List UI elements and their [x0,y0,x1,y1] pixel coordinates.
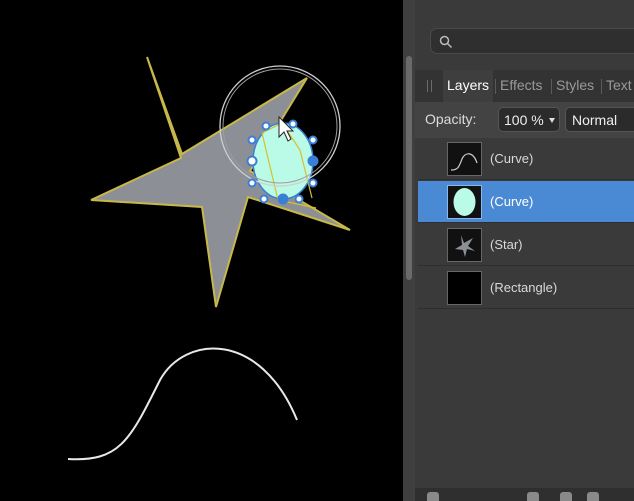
layer-name: (Rectangle) [490,280,558,295]
layer-row-curve[interactable]: (Curve) [418,138,634,180]
panel-tab-bar: Layers Effects Styles Text [415,70,634,103]
adjustment-icon[interactable] [560,492,572,501]
panel-bottom-toolbar [415,488,634,501]
layer-name: (Star) [490,237,523,252]
tab-divider [551,79,552,94]
blend-mode-value: Normal [572,112,618,128]
layer-row-ellipse-curve[interactable]: (Curve) [418,181,634,223]
fx-icon[interactable] [587,492,599,501]
canvas-artwork [67,56,351,461]
tab-effects[interactable]: Effects [500,77,543,93]
layers-stack-icon[interactable] [427,492,439,501]
layer-name: (Curve) [490,194,534,209]
opacity-value: 100 % [504,112,544,128]
layer-row-star[interactable]: (Star) [418,224,634,266]
layer-thumbnail-star [447,228,482,262]
tab-divider [601,79,602,94]
tab-text[interactable]: Text [606,77,632,93]
tab-divider [495,79,496,94]
layer-thumbnail-curve [447,142,482,176]
blend-mode-dropdown[interactable]: Normal [565,107,634,132]
curve-shape[interactable] [67,347,298,461]
panel-grip-icon[interactable] [427,80,433,92]
layer-thumbnail-ellipse [447,185,482,219]
layer-row-rectangle[interactable]: (Rectangle) [418,267,634,309]
tab-styles[interactable]: Styles [556,77,594,93]
opacity-dropdown[interactable]: 100 % [498,107,560,132]
tab-layers[interactable]: Layers [447,77,489,93]
layer-name: (Curve) [490,151,534,166]
layer-thumbnail-rectangle [447,271,482,305]
layer-options-row: Opacity: 100 % Normal [415,102,634,138]
mask-icon[interactable] [527,492,539,501]
studio-panel: Layers Effects Styles Text Opacity: 100 … [415,0,634,501]
search-icon [439,35,453,49]
search-field[interactable] [430,28,634,54]
opacity-label: Opacity: [425,111,477,127]
canvas-scrollbar-thumb[interactable] [406,56,412,280]
document-canvas[interactable] [0,0,403,501]
chevron-down-icon [549,118,555,123]
